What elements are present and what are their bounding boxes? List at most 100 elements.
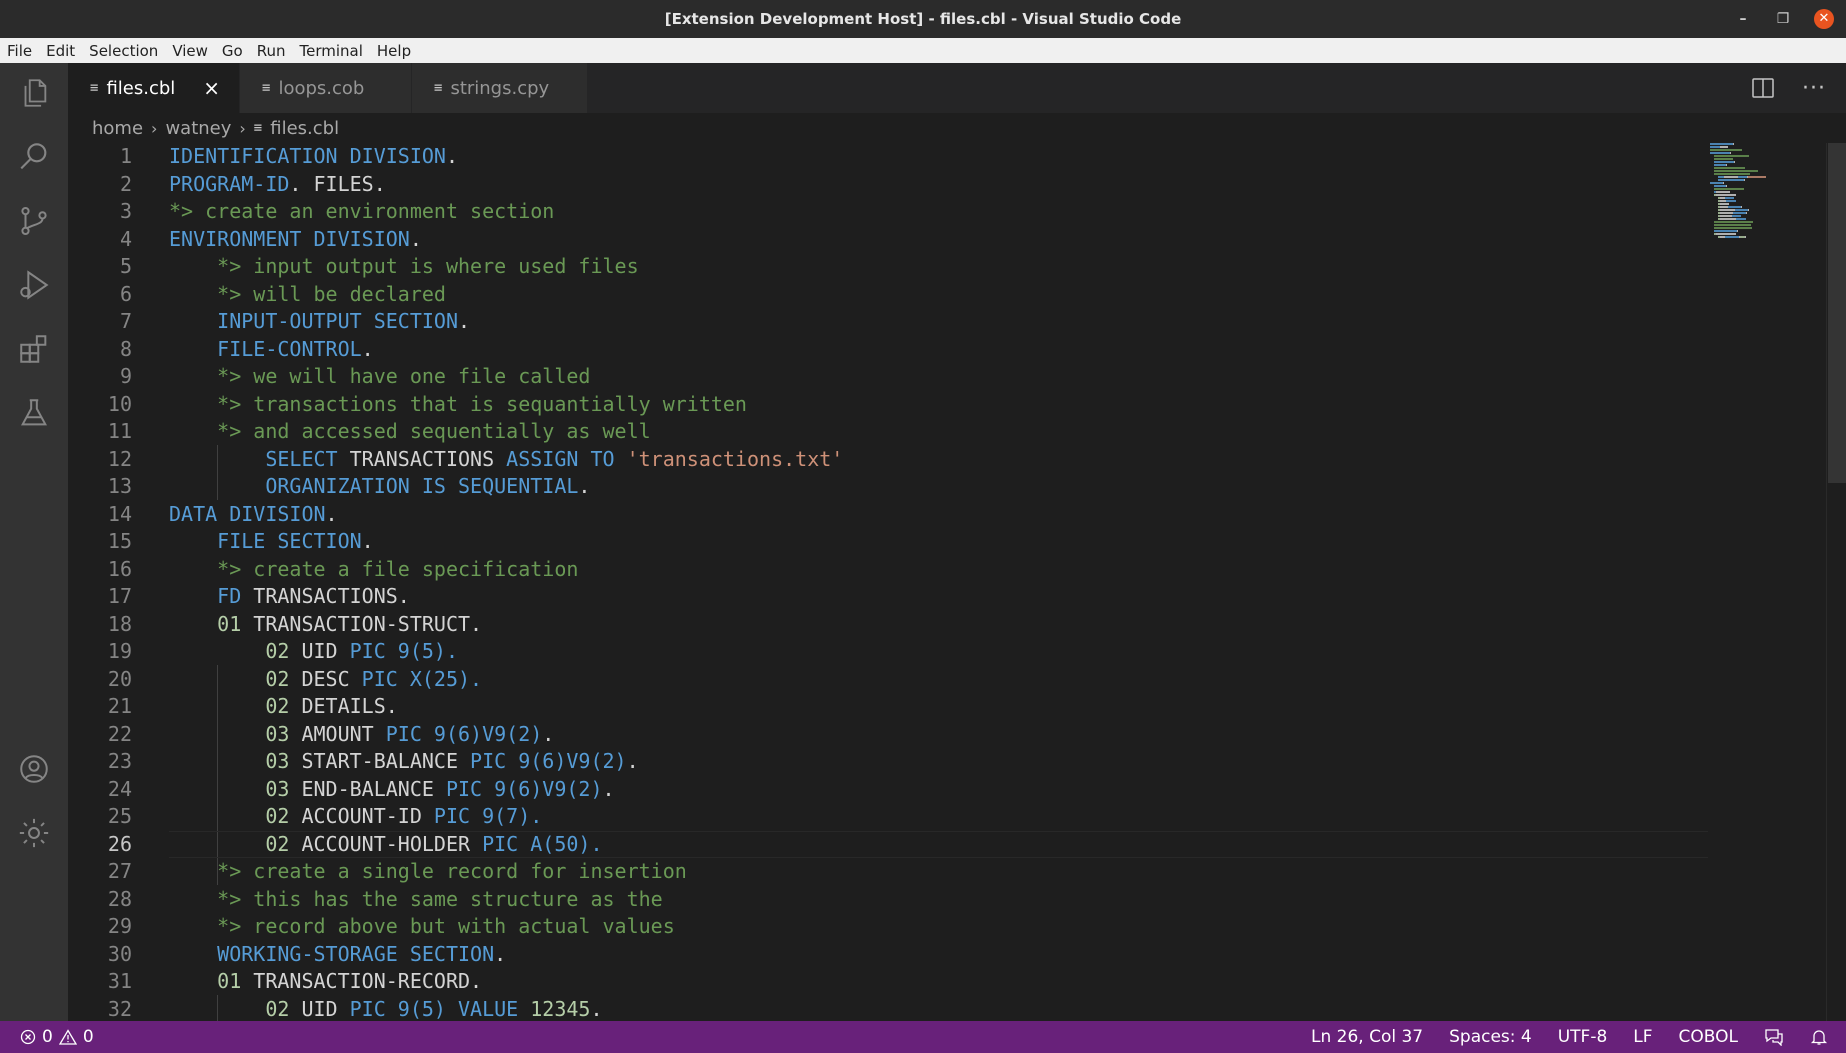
code-line[interactable]: 21 02 DETAILS.	[68, 693, 1708, 721]
menu-run[interactable]: Run	[250, 42, 293, 60]
accounts-button[interactable]	[0, 739, 68, 799]
line-number: 16	[107, 556, 132, 581]
manage-button[interactable]	[0, 803, 68, 863]
code-editor[interactable]: 1 IDENTIFICATION DIVISION. 2 PROGRAM-ID. FI…	[68, 143, 1708, 1021]
code-line[interactable]: 8 FILE-CONTROL.	[68, 336, 1708, 364]
extensions-button[interactable]	[0, 319, 68, 379]
restore-icon[interactable]: ❐	[1774, 11, 1792, 27]
tab-files-cbl[interactable]: ≡ files.cbl ×	[68, 63, 240, 113]
menu-file[interactable]: File	[0, 42, 39, 60]
tab-label: loops.cob	[278, 77, 365, 99]
code-line[interactable]: 30 WORKING-STORAGE SECTION.	[68, 941, 1708, 969]
breadcrumb-file[interactable]: files.cbl	[270, 118, 339, 139]
run-debug-button[interactable]	[0, 255, 68, 315]
code-line[interactable]: 13 ORGANIZATION IS SEQUENTIAL.	[68, 473, 1708, 501]
code-line[interactable]: 10 *> transactions that is sequantially …	[68, 391, 1708, 419]
end-of-line[interactable]: LF	[1633, 1027, 1652, 1047]
minimap[interactable]	[1710, 143, 1830, 253]
indentation[interactable]: Spaces: 4	[1449, 1027, 1532, 1047]
minimap-mark	[1714, 161, 1734, 163]
code-line[interactable]: 1 IDENTIFICATION DIVISION.	[68, 143, 1708, 171]
minimap-mark	[1714, 170, 1758, 172]
tab-loops-cob[interactable]: ≡ loops.cob	[240, 63, 412, 113]
feedback-icon[interactable]	[1764, 1028, 1784, 1046]
editor-tabs: ≡ files.cbl × ≡ loops.cob ≡ strings.cpy	[68, 63, 1846, 113]
code-line[interactable]: 27 *> create a single record for inserti…	[68, 858, 1708, 886]
code-line[interactable]: 32 02 UID PIC 9(5) VALUE 12345.	[68, 996, 1708, 1022]
close-tab-icon[interactable]: ×	[203, 76, 220, 100]
breadcrumb-watney[interactable]: watney	[165, 118, 231, 139]
search-icon	[20, 143, 47, 170]
code-line[interactable]: 4 ENVIRONMENT DIVISION.	[68, 226, 1708, 254]
problems-indicator[interactable]: 0 0	[20, 1027, 94, 1047]
code-line[interactable]: 15 FILE SECTION.	[68, 528, 1708, 556]
menu-help[interactable]: Help	[370, 42, 418, 60]
breadcrumb-home[interactable]: home	[92, 118, 143, 139]
code-line[interactable]: 31 01 TRANSACTION-RECORD.	[68, 968, 1708, 996]
minimap-mark	[1720, 209, 1735, 211]
code-token: .	[590, 996, 603, 1021]
line-code: SELECT TRANSACTIONS ASSIGN TO 'transacti…	[169, 446, 843, 474]
code-token: PIC 9(6)V9(2)	[445, 776, 603, 801]
source-control-button[interactable]	[0, 191, 68, 251]
code-token: ACCOUNT-ID	[289, 804, 434, 828]
tab-label: strings.cpy	[450, 77, 550, 99]
search-button[interactable]	[0, 127, 68, 187]
code-line[interactable]: 6 *> will be declared	[68, 281, 1708, 309]
vertical-scrollbar[interactable]	[1828, 143, 1846, 483]
minimap-mark	[1714, 227, 1752, 229]
menu-go[interactable]: Go	[215, 42, 250, 60]
menu-selection[interactable]: Selection	[82, 42, 165, 60]
code-line[interactable]: 17 FD TRANSACTIONS.	[68, 583, 1708, 611]
line-code: 02 ACCOUNT-ID PIC 9(7).	[169, 803, 542, 831]
minimize-icon[interactable]: –	[1734, 11, 1752, 27]
code-line[interactable]: 5 *> input output is where used files	[68, 253, 1708, 281]
code-token: PIC 9(7).	[433, 804, 543, 828]
explorer-button[interactable]	[0, 63, 68, 123]
minimap-mark	[1741, 206, 1742, 208]
cursor-position[interactable]: Ln 26, Col 37	[1311, 1027, 1423, 1047]
more-actions-icon[interactable]: ···	[1802, 76, 1826, 101]
code-line[interactable]: 9 *> we will have one file called	[68, 363, 1708, 391]
minimap-mark	[1748, 209, 1749, 211]
code-line[interactable]: 28 *> this has the same structure as the	[68, 886, 1708, 914]
code-line[interactable]: 26 02 ACCOUNT-HOLDER PIC A(50).	[68, 830, 1708, 859]
code-token: ORGANIZATION IS SEQUENTIAL	[265, 474, 579, 498]
minimap-mark	[1732, 215, 1741, 217]
line-number: 9	[119, 364, 132, 388]
menu-terminal[interactable]: Terminal	[293, 42, 370, 60]
menu-view[interactable]: View	[165, 42, 215, 60]
code-line[interactable]: 16 *> create a file specification	[68, 556, 1708, 584]
code-line[interactable]: 20 02 DESC PIC X(25).	[68, 666, 1708, 694]
code-line[interactable]: 7 INPUT-OUTPUT SECTION.	[68, 308, 1708, 336]
code-line[interactable]: 2 PROGRAM-ID. FILES.	[68, 171, 1708, 199]
encoding[interactable]: UTF-8	[1558, 1027, 1608, 1047]
minimap-mark	[1726, 200, 1736, 202]
minimap-mark	[1720, 212, 1733, 214]
code-line[interactable]: 12 SELECT TRANSACTIONS ASSIGN TO 'transa…	[68, 446, 1708, 474]
line-number: 6	[119, 281, 132, 306]
code-line[interactable]: 18 01 TRANSACTION-STRUCT.	[68, 611, 1708, 639]
line-code: DATA DIVISION.	[169, 501, 338, 529]
code-token: 03	[265, 776, 290, 801]
code-line[interactable]: 29 *> record above but with actual value…	[68, 913, 1708, 941]
close-window-icon[interactable]: ✕	[1814, 9, 1834, 29]
split-editor-icon[interactable]	[1752, 78, 1774, 98]
testing-button[interactable]	[0, 383, 68, 443]
code-line[interactable]: 3 *> create an environment section	[68, 198, 1708, 226]
code-token: 03	[265, 721, 290, 746]
tab-strings-cpy[interactable]: ≡ strings.cpy	[412, 63, 588, 113]
code-line[interactable]: 19 02 UID PIC 9(5).	[68, 638, 1708, 666]
code-line[interactable]: 11 *> and accessed sequentially as well	[68, 418, 1708, 446]
code-token: . FILES.	[289, 171, 386, 196]
line-number: 17	[107, 584, 132, 608]
notifications-bell-icon[interactable]	[1810, 1028, 1828, 1046]
line-code: *> input output is where used files	[169, 253, 638, 281]
menu-edit[interactable]: Edit	[39, 42, 82, 60]
language-mode[interactable]: COBOL	[1679, 1027, 1738, 1047]
code-line[interactable]: 22 03 AMOUNT PIC 9(6)V9(2).	[68, 721, 1708, 749]
code-line[interactable]: 25 02 ACCOUNT-ID PIC 9(7).	[68, 803, 1708, 831]
code-line[interactable]: 14 DATA DIVISION.	[68, 501, 1708, 529]
code-line[interactable]: 24 03 END-BALANCE PIC 9(6)V9(2).	[68, 776, 1708, 804]
code-line[interactable]: 23 03 START-BALANCE PIC 9(6)V9(2).	[68, 748, 1708, 776]
